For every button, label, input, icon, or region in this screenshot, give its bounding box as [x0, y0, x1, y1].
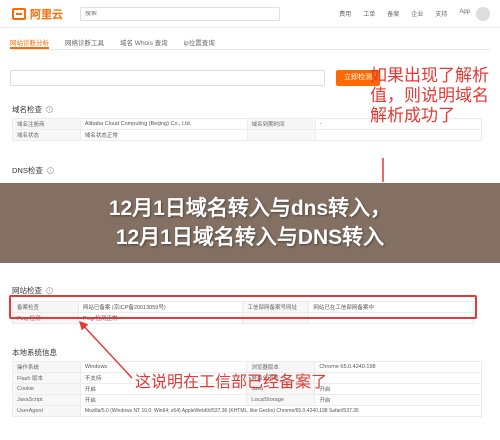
table-cell-key: [246, 129, 316, 141]
tab-ip-location[interactable]: ip位置查询: [184, 34, 215, 49]
domain-check-label: 域名检查: [12, 105, 42, 114]
table-cell-value: 开启: [79, 394, 248, 406]
table-row: UserAgent Mozilla/5.0 (Windows NT 10.0; …: [12, 405, 483, 417]
filing-highlight-box: [9, 295, 477, 319]
local-info-title: 本地系统信息: [12, 347, 57, 358]
table-cell-key: JavaScript: [12, 394, 81, 406]
tab-whois[interactable]: 域名 Whois 查询: [120, 34, 168, 49]
table-cell-value: Alibaba Cloud Computing (Beijing) Co., L…: [79, 118, 248, 130]
aliyun-logo-icon: [12, 8, 26, 20]
logo-text: 阿里云: [30, 9, 63, 21]
top-link-tickets[interactable]: 工单: [363, 9, 375, 18]
info-icon: i: [46, 106, 53, 113]
table-cell-key: 操作系统: [12, 361, 81, 373]
tab-network-tools[interactable]: 网络诊断工具: [65, 34, 104, 49]
domain-check-title: 域名检查 i: [12, 104, 53, 115]
table-cell-key: 域名到期时间: [246, 118, 316, 130]
table-row: 域名状态 域名状态正常: [12, 129, 483, 141]
table-cell-value: Chrome 65.0.4240.198: [314, 361, 482, 373]
title-banner: 12月1日域名转入与dns转入， 12月1日域名转入与DNS转入: [0, 183, 500, 263]
table-cell-value: -: [314, 372, 482, 384]
banner-line-2: 12月1日域名转入与DNS转入: [115, 226, 385, 249]
table-row: JavaScript 开启 LocalStorage 开启: [12, 394, 482, 406]
table-cell-value: 开启: [314, 383, 482, 395]
table-cell-key: LocalStorage: [246, 394, 316, 406]
annotation-dns-resolved: 如果出现了解析值，则说明域名解析成功了: [370, 66, 489, 125]
table-cell-value: [314, 129, 483, 141]
top-links: 费用 工单 备案 企业 支持 App: [339, 9, 470, 18]
table-cell-key: 域名注册商: [12, 118, 81, 130]
domain-status-ok: 域名状态正常: [79, 129, 248, 141]
table-cell-key: 域名状态: [12, 129, 81, 141]
top-link-support[interactable]: 支持: [435, 9, 447, 18]
table-cell-value: 开启: [314, 394, 482, 406]
search-input[interactable]: [85, 11, 265, 17]
top-bar: 阿里云 费用 工单 备案 企业 支持 App: [0, 0, 500, 28]
dns-check-label: DNS检查: [12, 166, 43, 175]
domain-query-input[interactable]: [10, 70, 325, 86]
top-link-fees[interactable]: 费用: [339, 9, 351, 18]
search-box[interactable]: [80, 7, 280, 21]
tool-tabs: 网站诊断分析 网络诊断工具 域名 Whois 查询 ip位置查询: [10, 34, 490, 50]
table-cell-key: Flash 版本: [12, 372, 81, 384]
top-link-app[interactable]: App: [459, 9, 470, 18]
dns-check-title: DNS检查 i: [12, 165, 54, 176]
info-icon: i: [46, 287, 53, 294]
local-info-label: 本地系统信息: [12, 348, 57, 357]
table-cell-key: UserAgent: [12, 405, 81, 417]
user-agent-value: Mozilla/5.0 (Windows NT 10.0; Win64; x64…: [79, 405, 483, 417]
annotation-filed: 这说明在工信部已经备案了: [135, 374, 328, 391]
info-icon: i: [46, 167, 54, 174]
top-link-filing[interactable]: 备案: [387, 9, 399, 18]
tab-site-diagnosis[interactable]: 网站诊断分析: [10, 34, 49, 49]
banner-line-1: 12月1日域名转入与dns转入，: [108, 197, 392, 220]
top-link-enterprise[interactable]: 企业: [411, 9, 423, 18]
avatar[interactable]: [476, 7, 490, 21]
table-cell-key: Cookie: [12, 383, 81, 395]
aliyun-logo[interactable]: 阿里云: [12, 7, 63, 21]
